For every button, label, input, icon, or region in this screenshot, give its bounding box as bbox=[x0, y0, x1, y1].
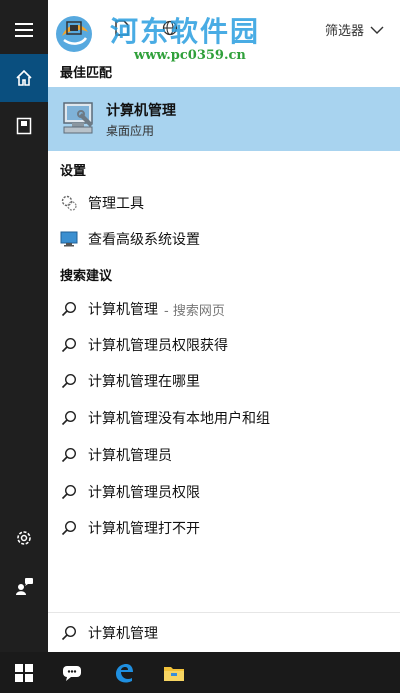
computer-management-icon bbox=[63, 102, 93, 134]
suggestion-item[interactable]: 计算机管理没有本地用户和组 bbox=[48, 401, 400, 435]
watermark-title: 河东软件园 bbox=[110, 15, 261, 48]
edge-icon bbox=[116, 663, 133, 682]
suggestion-label: 计算机管理打不开 bbox=[88, 521, 200, 537]
filter-label: 筛选器 bbox=[324, 24, 364, 39]
suggestion-label: 计算机管理在哪里 bbox=[88, 374, 200, 390]
documents-button[interactable] bbox=[0, 102, 48, 150]
settings-button[interactable] bbox=[0, 514, 48, 562]
suggestion-item[interactable]: 计算机管理员 bbox=[48, 438, 400, 472]
search-icon bbox=[58, 334, 80, 356]
settings-item-label: 查看高级系统设置 bbox=[88, 232, 200, 248]
feedback-button[interactable] bbox=[0, 562, 48, 610]
hamburger-menu-button[interactable] bbox=[0, 6, 48, 54]
monitor-icon bbox=[58, 228, 80, 250]
feedback-person-icon bbox=[16, 578, 33, 595]
settings-item-admin-tools[interactable]: 管理工具 bbox=[48, 186, 400, 220]
suggestion-label: 计算机管理员权限获得 bbox=[88, 338, 228, 354]
search-icon bbox=[58, 481, 80, 503]
hamburger-icon bbox=[15, 23, 33, 37]
windows-logo-icon bbox=[15, 663, 33, 682]
search-icon bbox=[58, 517, 80, 539]
taskbar bbox=[0, 652, 400, 693]
apps-filter-icon[interactable] bbox=[64, 18, 84, 38]
watermark-url: www.pc0359.cn bbox=[134, 48, 246, 63]
best-match-subtitle: 桌面应用 bbox=[106, 124, 155, 138]
gear-icon bbox=[17, 531, 31, 545]
best-match-title: 计算机管理 bbox=[106, 103, 176, 119]
suggestion-label: 计算机管理 bbox=[88, 302, 158, 318]
suggestion-item[interactable]: 计算机管理在哪里 bbox=[48, 364, 400, 398]
start-button[interactable] bbox=[0, 652, 48, 693]
folder-icon bbox=[164, 666, 184, 681]
suggestion-label: 计算机管理员权限 bbox=[88, 485, 200, 501]
suggestion-item[interactable]: 计算机管理打不开 bbox=[48, 511, 400, 545]
chat-bubble-icon bbox=[63, 665, 81, 681]
suggestion-hint: - 搜索网页 bbox=[164, 303, 225, 319]
suggestion-item[interactable]: 计算机管理 - 搜索网页 bbox=[48, 292, 400, 326]
filter-dropdown[interactable]: 筛选器 bbox=[325, 20, 384, 39]
best-match-item[interactable]: 计算机管理 桌面应用 bbox=[48, 87, 400, 151]
search-icon bbox=[58, 298, 80, 320]
search-box[interactable]: 计算机管理 bbox=[48, 612, 400, 653]
edge-browser-button[interactable] bbox=[100, 652, 148, 693]
suggestions-heading: 搜索建议 bbox=[60, 269, 113, 284]
suggestion-item[interactable]: 计算机管理员权限 bbox=[48, 475, 400, 509]
file-explorer-button[interactable] bbox=[150, 652, 198, 693]
search-results-panel: 河东软件园 www.pc0359.cn 筛选器 最佳匹配 计算机管理 桌面应用 … bbox=[48, 0, 400, 653]
cortana-button[interactable] bbox=[48, 652, 96, 693]
search-icon bbox=[58, 625, 80, 641]
best-match-heading: 最佳匹配 bbox=[60, 66, 113, 81]
settings-item-advanced-system[interactable]: 查看高级系统设置 bbox=[48, 222, 400, 256]
home-icon bbox=[16, 69, 32, 86]
search-icon bbox=[58, 370, 80, 392]
settings-heading: 设置 bbox=[60, 164, 87, 179]
results-topbar: 河东软件园 www.pc0359.cn 筛选器 bbox=[48, 0, 400, 63]
suggestion-label: 计算机管理员 bbox=[88, 448, 172, 464]
home-button[interactable] bbox=[0, 54, 48, 102]
search-icon bbox=[58, 444, 80, 466]
suggestion-item[interactable]: 计算机管理员权限获得 bbox=[48, 328, 400, 362]
start-left-rail bbox=[0, 0, 48, 652]
settings-item-label: 管理工具 bbox=[88, 196, 144, 212]
gear-tools-icon bbox=[58, 192, 80, 214]
search-query[interactable]: 计算机管理 bbox=[88, 623, 158, 643]
chevron-down-icon bbox=[370, 26, 384, 34]
notebook-icon bbox=[16, 117, 32, 135]
search-icon bbox=[58, 407, 80, 429]
suggestion-label: 计算机管理没有本地用户和组 bbox=[88, 411, 270, 427]
